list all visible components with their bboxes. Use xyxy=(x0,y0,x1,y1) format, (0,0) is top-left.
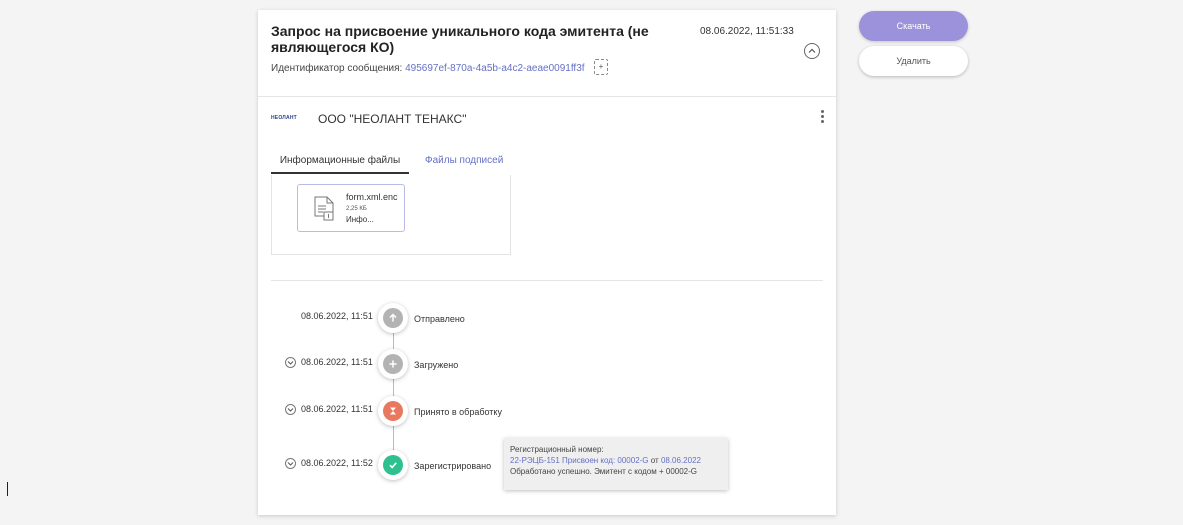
message-date: 08.06.2022, 11:51:33 xyxy=(700,26,794,37)
files-panel: form.xml.enc 2,25 КБ Инфо... xyxy=(271,175,511,255)
message-id: Идентификатор сообщения: 495697ef-870a-4… xyxy=(271,63,585,74)
expand-chevron-icon[interactable] xyxy=(285,458,296,469)
event-status xyxy=(378,303,408,333)
download-button[interactable]: Скачать xyxy=(859,11,968,41)
delete-button[interactable]: Удалить xyxy=(859,46,968,76)
file-size: 2,25 КБ xyxy=(346,206,367,212)
registration-date-link[interactable]: 08.06.2022 xyxy=(661,456,701,465)
message-card: Запрос на присвоение уникального кода эм… xyxy=(258,10,836,515)
registration-number-link[interactable]: 22-РЭЦБ-151 Присвоен код: 00002-G xyxy=(510,456,649,465)
event-status xyxy=(378,450,408,480)
event-time: 08.06.2022, 11:52 xyxy=(301,458,373,468)
plus-icon xyxy=(383,354,403,374)
event-time: 08.06.2022, 11:51 xyxy=(301,311,373,321)
more-options-icon[interactable] xyxy=(818,108,826,126)
tab-signature-files[interactable]: Файлы подписей xyxy=(417,150,511,174)
hourglass-icon xyxy=(383,401,403,421)
section-divider xyxy=(271,280,823,281)
registration-tooltip: Регистрационный номер: 22-РЭЦБ-151 Присв… xyxy=(504,438,728,490)
message-title: Запрос на присвоение уникального кода эм… xyxy=(271,23,649,55)
event-status xyxy=(378,396,408,426)
event-label: Принято в обработку xyxy=(414,407,502,417)
tooltip-reg-label: Регистрационный номер: xyxy=(510,445,604,454)
arrow-up-icon xyxy=(383,308,403,328)
check-icon xyxy=(383,455,403,475)
collapse-button[interactable] xyxy=(804,43,820,59)
file-type: Инфо... xyxy=(346,215,374,224)
organization-name: ООО "НЕОЛАНТ ТЕНАКС" xyxy=(318,112,467,126)
chevron-up-icon xyxy=(808,48,816,53)
organization-logo: НЕОЛАНТ xyxy=(271,115,297,121)
message-id-value[interactable]: 495697ef-870a-4a5b-a4c2-aeae0091ff3f xyxy=(405,63,584,74)
event-label: Отправлено xyxy=(414,314,465,324)
file-card[interactable]: form.xml.enc 2,25 КБ Инфо... xyxy=(297,184,405,232)
tab-info-files[interactable]: Информационные файлы xyxy=(271,150,409,174)
expand-chevron-icon[interactable] xyxy=(285,357,296,368)
event-label: Загружено xyxy=(414,360,459,370)
expand-chevron-icon[interactable] xyxy=(285,404,296,415)
event-time: 08.06.2022, 11:51 xyxy=(301,357,373,367)
tooltip-reg-line: 22-РЭЦБ-151 Присвоен код: 00002-G от 08.… xyxy=(510,455,722,466)
text-cursor xyxy=(7,482,8,496)
file-name: form.xml.enc xyxy=(346,192,398,202)
message-id-label: Идентификатор сообщения: xyxy=(271,63,403,74)
encrypted-file-icon xyxy=(314,196,334,221)
event-label: Зарегистрировано xyxy=(414,461,492,471)
event-time: 08.06.2022, 11:51 xyxy=(301,404,373,414)
message-header: Запрос на присвоение уникального кода эм… xyxy=(258,10,836,97)
event-status xyxy=(378,349,408,379)
tooltip-from: от xyxy=(650,456,659,465)
tooltip-result: Обработано успешно. Эмитент с кодом + 00… xyxy=(510,467,698,476)
copy-icon[interactable]: + xyxy=(594,59,608,75)
